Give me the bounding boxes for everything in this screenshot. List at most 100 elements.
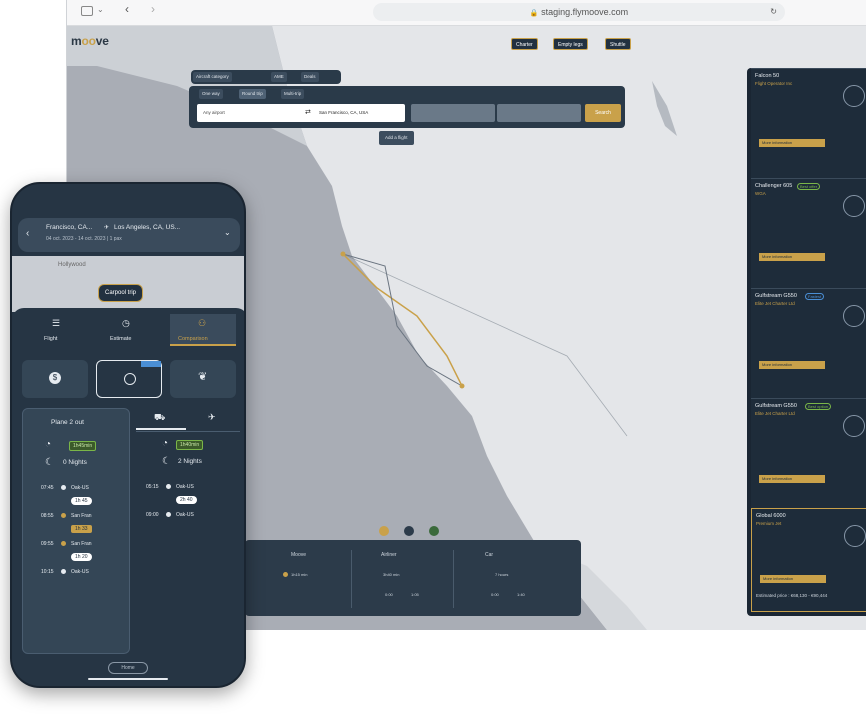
- add-flight-button[interactable]: Add a flight: [379, 131, 414, 145]
- more-info-button[interactable]: More information: [759, 475, 825, 483]
- more-info-button[interactable]: More information: [759, 361, 825, 369]
- aircraft-view-icon[interactable]: [844, 525, 866, 547]
- aircraft-category-filter[interactable]: Aircraft category: [193, 72, 232, 82]
- tab-flight[interactable]: ☰ Flight: [28, 318, 88, 346]
- back-icon[interactable]: ‹: [125, 2, 129, 16]
- car-stat: 0:00: [491, 592, 499, 597]
- map-place-label: Hollywood: [58, 262, 86, 268]
- aircraft-title: Global 6000: [756, 513, 786, 519]
- aircraft-title: Gulfstream G550: [755, 293, 797, 299]
- charter-button[interactable]: Charter: [511, 38, 538, 50]
- multi-trip-tab[interactable]: Multi-trip: [281, 89, 305, 99]
- deals-filter[interactable]: Deals: [301, 72, 319, 82]
- leg-duration: 2h 40: [176, 496, 197, 504]
- result-card[interactable]: Falcon 50 Flight Operator Inc More infor…: [751, 68, 866, 178]
- bottom-sheet: ☰ Flight ◷ Estimate ⚇ Comparison $ ❦ Pla…: [12, 308, 244, 686]
- stop-label: Oak-US: [71, 569, 89, 575]
- route-to: Los Angeles, CA, US...: [114, 224, 181, 231]
- stop-label: Oak-US: [176, 512, 194, 518]
- compare-icon: ⚇: [198, 318, 207, 328]
- tab-car[interactable]: ⛟: [136, 410, 186, 430]
- tab-comparison[interactable]: ⚇ Comparison: [170, 314, 236, 346]
- timeline-dot: [166, 512, 171, 517]
- return-date-field[interactable]: [497, 104, 581, 122]
- result-card[interactable]: Gulfstream G550 Best option Elite Jet Ch…: [751, 398, 866, 508]
- departure-input[interactable]: Any airport: [203, 110, 225, 115]
- search-button[interactable]: Search: [585, 104, 621, 122]
- timeline-dot: [61, 485, 66, 490]
- operator-name: Premium Jet: [756, 521, 782, 526]
- tab-estimate[interactable]: ◷ Estimate: [96, 318, 156, 346]
- stop-label: San Fran: [71, 541, 92, 547]
- airliner-col-title: Airliner: [381, 552, 397, 558]
- plane-itinerary-title: Plane 2 out: [51, 419, 84, 426]
- round-trip-tab[interactable]: Round trip: [239, 89, 266, 99]
- aircraft-view-icon[interactable]: [843, 195, 865, 217]
- route-field[interactable]: Any airport ⇄ San Francisco, CA, USA: [197, 104, 405, 122]
- airliner-stat: 1:05: [411, 592, 419, 597]
- sidebar-toggle-icon[interactable]: [81, 6, 93, 16]
- aircraft-view-icon[interactable]: [843, 85, 865, 107]
- back-icon[interactable]: ‹: [26, 228, 29, 239]
- clock-icon: ◔: [45, 439, 52, 450]
- forward-icon[interactable]: ›: [151, 2, 155, 16]
- mode-eco[interactable]: ❦: [170, 360, 236, 398]
- result-card[interactable]: Challenger 605 Best offer WGA More infor…: [751, 178, 866, 288]
- result-card-selected[interactable]: Global 6000 Premium Jet More information…: [751, 508, 866, 612]
- address-bar[interactable]: 🔒 staging.flymoove.com ↻: [373, 3, 785, 21]
- aircraft-view-icon[interactable]: [843, 305, 865, 327]
- phone-device: ‹ Francisco, CA... ✈ Los Angeles, CA, US…: [10, 182, 246, 688]
- arrival-input[interactable]: San Francisco, CA, USA: [319, 110, 368, 115]
- train-mode-icon[interactable]: [404, 526, 414, 536]
- aircraft-title: Falcon 50: [755, 73, 780, 79]
- eco-mode-icon[interactable]: [429, 526, 439, 536]
- chevron-down-icon[interactable]: ⌄: [224, 228, 231, 237]
- mode-time[interactable]: [96, 360, 162, 398]
- home-button[interactable]: Home: [108, 662, 148, 674]
- leg-duration: 1h 20: [71, 553, 92, 561]
- search-panel: One way Round trip Multi-trip Any airpor…: [189, 86, 625, 128]
- car-stat: 1:40: [517, 592, 525, 597]
- empty-legs-button[interactable]: Empty legs: [553, 38, 588, 50]
- phone-map[interactable]: Hollywood Carpool trip: [12, 256, 244, 312]
- operator-name: Elite Jet Charter Ltd: [755, 411, 795, 416]
- time-label: 08:55: [41, 513, 54, 519]
- more-info-button[interactable]: More information: [759, 139, 825, 147]
- selected-marker: [141, 361, 161, 367]
- carpool-pill[interactable]: Carpool trip: [98, 284, 144, 302]
- list-icon: ☰: [52, 318, 61, 328]
- best-option-badge: Best option: [805, 403, 832, 410]
- comparison-panel: Moove Airliner Car 1h15 min 3h40 min 0:0…: [245, 540, 581, 616]
- chevron-down-icon[interactable]: ⌄: [97, 5, 104, 14]
- lock-icon: 🔒: [529, 10, 539, 17]
- airliner-duration: 3h40 min: [383, 572, 400, 577]
- aircraft-title: Gulfstream G550: [755, 403, 797, 409]
- one-way-tab[interactable]: One way: [199, 89, 223, 99]
- aircraft-view-icon[interactable]: [843, 415, 865, 437]
- stop-label: San Fran: [71, 513, 92, 519]
- swap-icon[interactable]: ⇄: [305, 108, 311, 116]
- ame-filter[interactable]: AME: [271, 72, 287, 82]
- time-label: 05:15: [146, 484, 159, 490]
- time-label: 09:55: [41, 541, 54, 547]
- more-info-button[interactable]: More information: [760, 575, 826, 583]
- clock-icon: ◔: [162, 438, 169, 449]
- time-label: 10:15: [41, 569, 54, 575]
- more-info-button[interactable]: More information: [759, 253, 825, 261]
- outbound-date-field[interactable]: [411, 104, 495, 122]
- car-icon: ⛟: [154, 412, 166, 422]
- operator-name: Flight Operator Inc: [755, 81, 793, 86]
- filter-bar: Aircraft category AME Deals: [191, 70, 341, 84]
- plane-mode-icon[interactable]: [379, 526, 389, 536]
- nights-count: 0 Nights: [63, 459, 87, 466]
- mode-money[interactable]: $: [22, 360, 88, 398]
- moove-logo[interactable]: moove: [71, 34, 109, 48]
- right-mode-tabs: ⛟ ✈: [136, 410, 240, 432]
- result-card[interactable]: Gulfstream G550 Fastest Elite Jet Charte…: [751, 288, 866, 398]
- stop-label: Oak-US: [71, 485, 89, 491]
- shuttle-button[interactable]: Shuttle: [605, 38, 631, 50]
- tab-airliner[interactable]: ✈: [190, 410, 240, 430]
- reload-icon[interactable]: ↻: [770, 3, 777, 21]
- home-indicator: [88, 678, 168, 680]
- url-text: staging.flymoove.com: [541, 7, 629, 17]
